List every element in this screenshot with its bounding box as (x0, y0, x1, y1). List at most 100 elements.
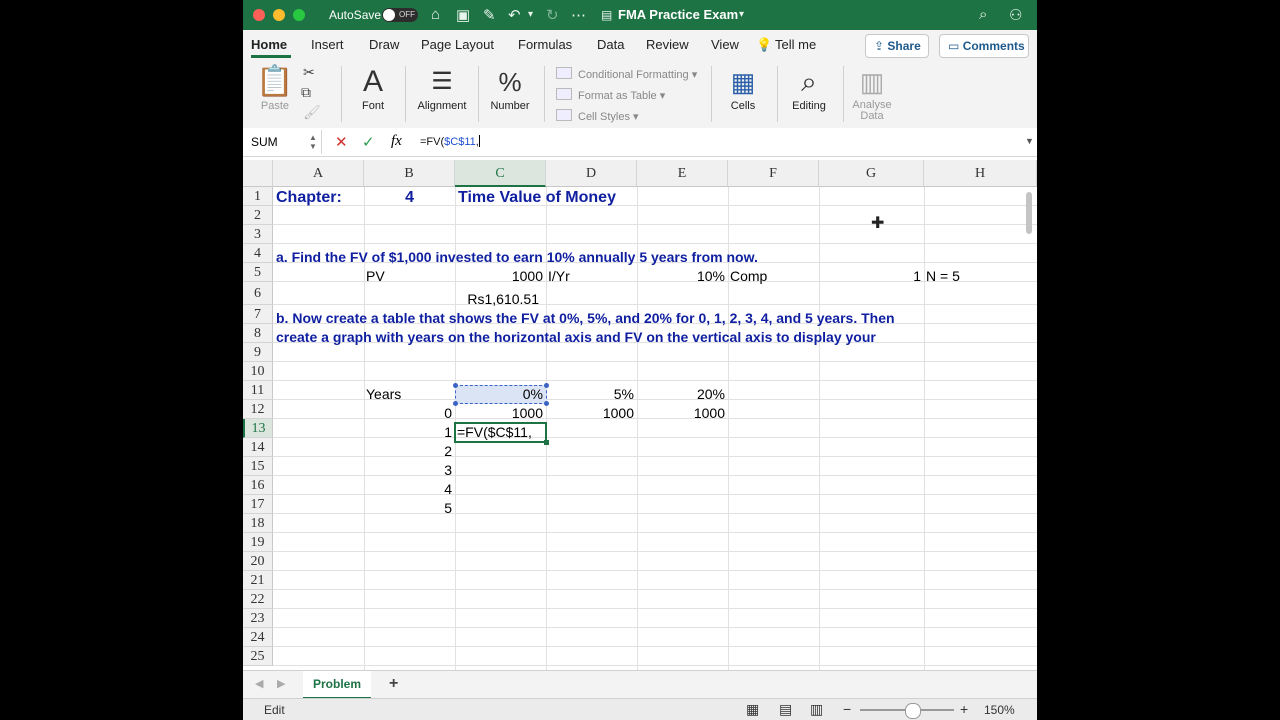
page-layout-view-icon[interactable]: ▤ (779, 701, 792, 718)
column-header-b[interactable]: B (364, 160, 455, 187)
row-header[interactable]: 20 (243, 552, 273, 571)
copy-icon[interactable]: ⧉ (301, 84, 311, 101)
save-icon[interactable]: ▣ (456, 6, 470, 24)
column-header-f[interactable]: F (728, 160, 819, 187)
font-button[interactable]: A Font (351, 60, 395, 128)
cell-b15[interactable]: 3 (364, 461, 452, 480)
cell-a1[interactable]: Chapter: (276, 188, 342, 207)
row-header[interactable]: 7 (243, 305, 273, 324)
row-header[interactable]: 8 (243, 324, 273, 343)
tab-draw[interactable]: Draw (369, 37, 399, 52)
vertical-scrollbar[interactable] (1026, 192, 1032, 234)
cell-d11[interactable]: 5% (546, 385, 634, 404)
cell-d12[interactable]: 1000 (546, 404, 634, 423)
cell-g5[interactable]: 1 (819, 267, 921, 286)
tab-review[interactable]: Review (646, 37, 689, 52)
share-button[interactable]: ⇪ Share (865, 34, 929, 58)
row-header[interactable]: 10 (243, 362, 273, 381)
row-header[interactable]: 23 (243, 609, 273, 628)
cell-c6[interactable]: Rs1,610.51 (455, 290, 539, 309)
cell-f5[interactable]: Comp (730, 267, 767, 286)
comments-button[interactable]: ▭ Comments (939, 34, 1029, 58)
row-header[interactable]: 24 (243, 628, 273, 647)
cell-b5[interactable]: PV (366, 267, 385, 286)
scroll-left-icon[interactable]: ◀ (255, 677, 263, 690)
tab-page-layout[interactable]: Page Layout (421, 37, 494, 52)
page-break-view-icon[interactable]: ▥ (810, 701, 823, 718)
alignment-button[interactable]: ☰ Alignment (413, 60, 471, 128)
column-header-d[interactable]: D (546, 160, 637, 187)
cell-b17[interactable]: 5 (364, 499, 452, 518)
paste-button[interactable]: 📋 Paste (255, 60, 295, 128)
column-header-c[interactable]: C (455, 160, 546, 187)
home-icon[interactable]: ⌂ (431, 6, 440, 23)
cell-b12[interactable]: 0 (364, 404, 452, 423)
column-header-a[interactable]: A (273, 160, 364, 187)
cell-c1[interactable]: Time Value of Money (458, 188, 616, 207)
row-header[interactable]: 14 (243, 438, 273, 457)
cancel-icon[interactable]: ✕ (335, 133, 348, 151)
column-header-h[interactable]: H (924, 160, 1037, 187)
spreadsheet-grid[interactable]: A B C D E F G H 1 2 3 4 5 6 7 8 9 10 11 12 13 14 15 16 1… (243, 160, 1037, 670)
row-header[interactable]: 22 (243, 590, 273, 609)
cell-a8[interactable]: create a graph with years on the horizon… (276, 328, 876, 347)
add-sheet-button[interactable]: + (389, 675, 398, 693)
cell-c11[interactable]: 0% (455, 385, 543, 404)
row-header[interactable]: 16 (243, 476, 273, 495)
tab-home[interactable]: Home (251, 37, 287, 52)
title-dropdown-icon[interactable]: ▾ (739, 9, 744, 20)
tab-data[interactable]: Data (597, 37, 624, 52)
conditional-formatting-button[interactable]: Conditional Formatting ▾ (556, 67, 697, 81)
search-icon[interactable]: ⌕ (979, 6, 987, 23)
more-icon[interactable]: ⋯ (571, 6, 586, 24)
cell-a4[interactable]: a. Find the FV of $1,000 invested to ear… (276, 248, 758, 267)
close-window-button[interactable] (253, 9, 265, 21)
row-header[interactable]: 6 (243, 282, 273, 305)
number-button[interactable]: % Number (487, 60, 533, 128)
row-header[interactable]: 11 (243, 381, 273, 400)
cell-b1[interactable]: 4 (364, 188, 414, 207)
format-as-table-button[interactable]: Format as Table ▾ (556, 88, 665, 102)
undo-icon[interactable]: ↶ (508, 6, 521, 24)
cell-e5[interactable]: 10% (637, 267, 725, 286)
normal-view-icon[interactable]: ▦ (746, 701, 759, 718)
select-all-corner[interactable] (243, 160, 273, 187)
column-header-g[interactable]: G (819, 160, 924, 187)
row-header[interactable]: 1 (243, 187, 273, 206)
row-header[interactable]: 19 (243, 533, 273, 552)
cell-h5[interactable]: N = 5 (926, 267, 960, 286)
row-header[interactable]: 3 (243, 225, 273, 244)
cell-e11[interactable]: 20% (637, 385, 725, 404)
tab-view[interactable]: View (711, 37, 739, 52)
row-header[interactable]: 18 (243, 514, 273, 533)
cell-c13-editing[interactable]: =FV($C$11, (457, 423, 532, 442)
insert-function-icon[interactable]: fx (391, 133, 402, 150)
zoom-in-button[interactable]: + (960, 701, 968, 717)
cell-b13[interactable]: 1 (364, 423, 452, 442)
row-header[interactable]: 21 (243, 571, 273, 590)
editing-button[interactable]: ⌕ Editing (785, 60, 833, 128)
autosave-toggle[interactable]: OFF (382, 8, 418, 22)
column-header-e[interactable]: E (637, 160, 728, 187)
row-header[interactable]: 5 (243, 263, 273, 282)
cell-styles-button[interactable]: Cell Styles ▾ (556, 109, 639, 123)
account-icon[interactable]: ⚇ (1009, 6, 1022, 24)
tab-insert[interactable]: Insert (311, 37, 344, 52)
redo-icon[interactable]: ↻ (546, 6, 559, 24)
scroll-right-icon[interactable]: ▶ (277, 677, 285, 690)
cells-button[interactable]: ▦ Cells (721, 60, 765, 128)
cell-b16[interactable]: 4 (364, 480, 452, 499)
undo-dropdown-icon[interactable]: ▾ (528, 9, 533, 20)
cell-a7[interactable]: b. Now create a table that shows the FV … (276, 309, 895, 328)
name-box-stepper-icon[interactable]: ▲ ▼ (309, 133, 317, 151)
tab-formulas[interactable]: Formulas (518, 37, 572, 52)
cell-b11[interactable]: Years (366, 385, 401, 404)
zoom-window-button[interactable] (293, 9, 305, 21)
row-header[interactable]: 25 (243, 647, 273, 666)
name-box[interactable]: SUM ▲ ▼ (243, 130, 322, 154)
fill-handle[interactable] (544, 440, 549, 445)
zoom-out-button[interactable]: − (843, 701, 851, 717)
enter-icon[interactable]: ✓ (362, 133, 375, 151)
tell-me-search[interactable]: Tell me (775, 37, 816, 52)
format-painter-icon[interactable]: 🖌 (303, 104, 321, 121)
